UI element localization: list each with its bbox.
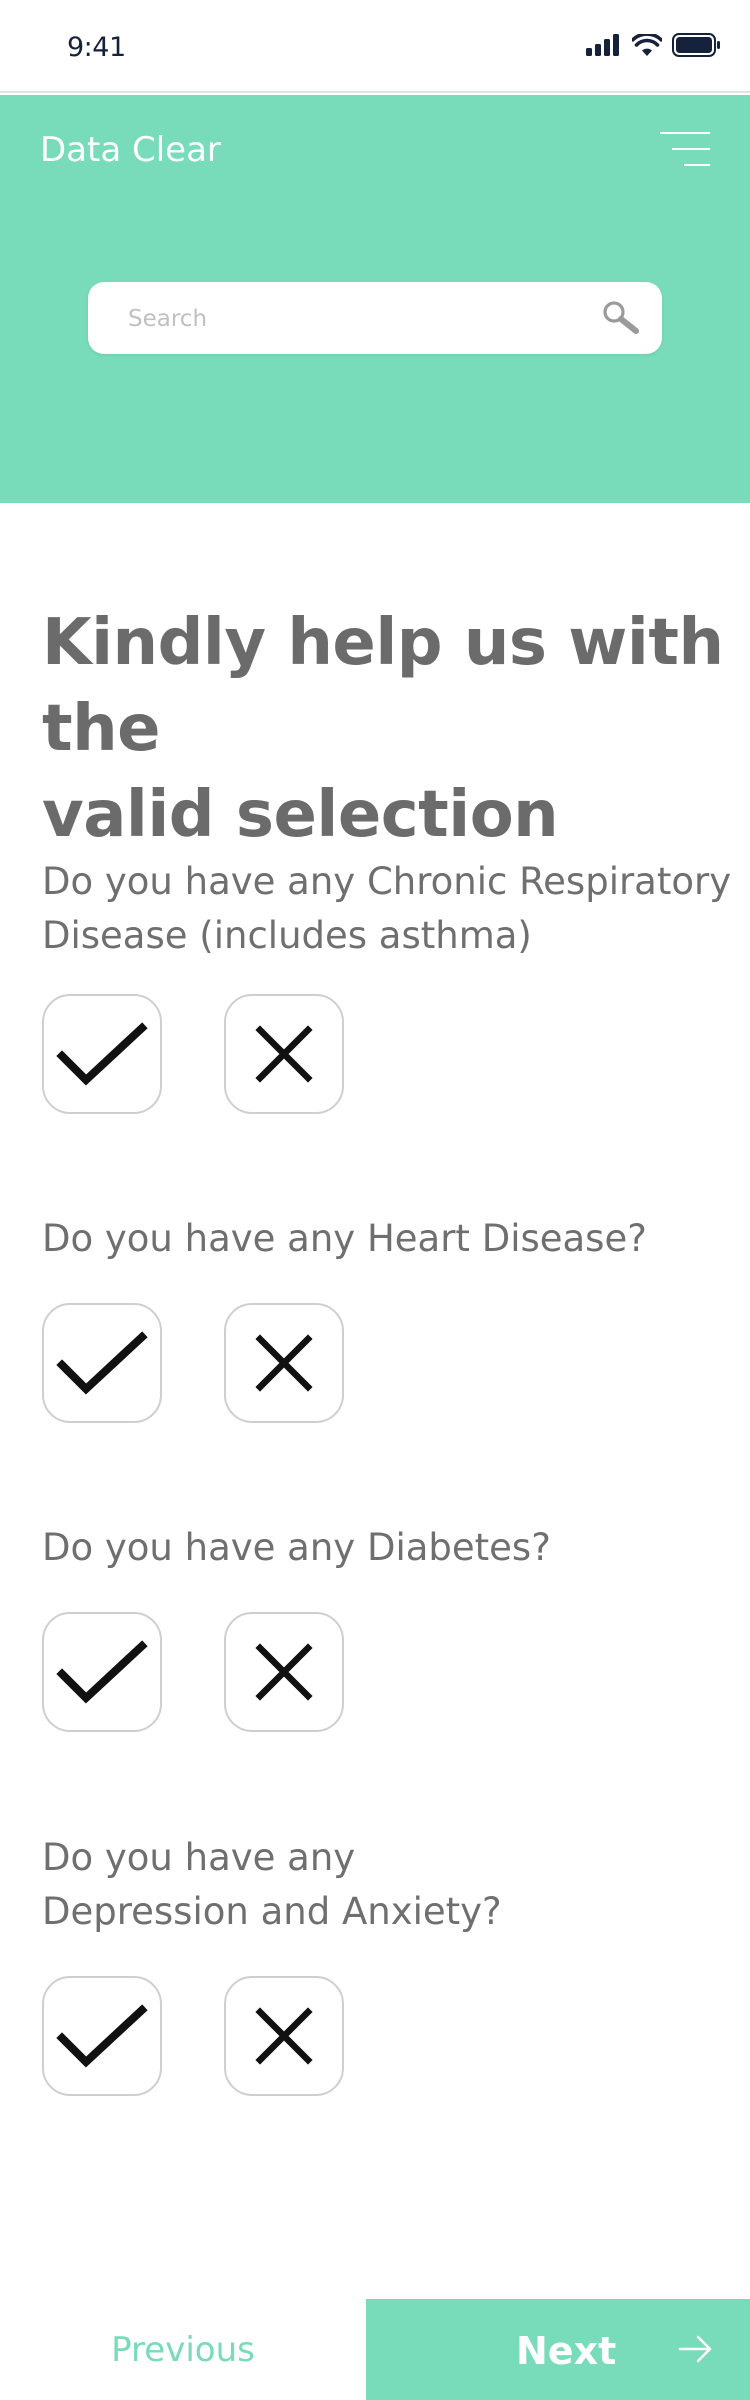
- cross-icon: [255, 1334, 313, 1392]
- yes-button-respiratory[interactable]: [42, 994, 162, 1114]
- battery-icon: [672, 33, 720, 57]
- checkmark-icon: [56, 1640, 148, 1704]
- question-text: Do you have any Depression and Anxiety?: [42, 1836, 502, 1933]
- next-button[interactable]: Next: [366, 2299, 750, 2400]
- no-button-depression-anxiety[interactable]: [224, 1976, 344, 2096]
- arrow-right-icon: [678, 2335, 712, 2363]
- page-title: Kindly help us with the valid selection: [42, 606, 724, 852]
- no-button-respiratory[interactable]: [224, 994, 344, 1114]
- status-icons: [586, 30, 720, 60]
- yes-button-depression-anxiety[interactable]: [42, 1976, 162, 2096]
- search-bar: [88, 282, 662, 354]
- yes-button-heart[interactable]: [42, 1303, 162, 1423]
- cellular-signal-icon: [586, 34, 619, 56]
- search-input[interactable]: [126, 300, 570, 338]
- no-button-diabetes[interactable]: [224, 1612, 344, 1732]
- status-time: 9:41: [67, 32, 126, 63]
- question-text: Do you have any Diabetes?: [42, 1526, 551, 1569]
- no-button-heart[interactable]: [224, 1303, 344, 1423]
- question-respiratory: Do you have any Chronic Respiratory Dise…: [42, 855, 742, 963]
- status-bar: 9:41: [0, 0, 750, 93]
- cross-icon: [255, 2007, 313, 2065]
- question-diabetes: Do you have any Diabetes?: [42, 1521, 742, 1575]
- question-text: Do you have any Heart Disease?: [42, 1217, 647, 1260]
- previous-button[interactable]: Previous: [0, 2299, 366, 2400]
- cross-icon: [255, 1025, 313, 1083]
- wifi-icon: [632, 34, 662, 56]
- checkmark-icon: [56, 1022, 148, 1086]
- next-button-label: Next: [516, 2329, 617, 2373]
- search-icon[interactable]: [600, 299, 640, 337]
- question-depression-anxiety: Do you have any Depression and Anxiety?: [42, 1831, 742, 1939]
- checkmark-icon: [56, 2004, 148, 2068]
- hamburger-menu-icon[interactable]: [660, 130, 710, 170]
- cross-icon: [255, 1643, 313, 1701]
- checkmark-icon: [56, 1331, 148, 1395]
- app-title: Data Clear: [40, 130, 221, 170]
- yes-button-diabetes[interactable]: [42, 1612, 162, 1732]
- question-text: Do you have any Chronic Respiratory Dise…: [42, 860, 732, 957]
- question-heart: Do you have any Heart Disease?: [42, 1212, 742, 1266]
